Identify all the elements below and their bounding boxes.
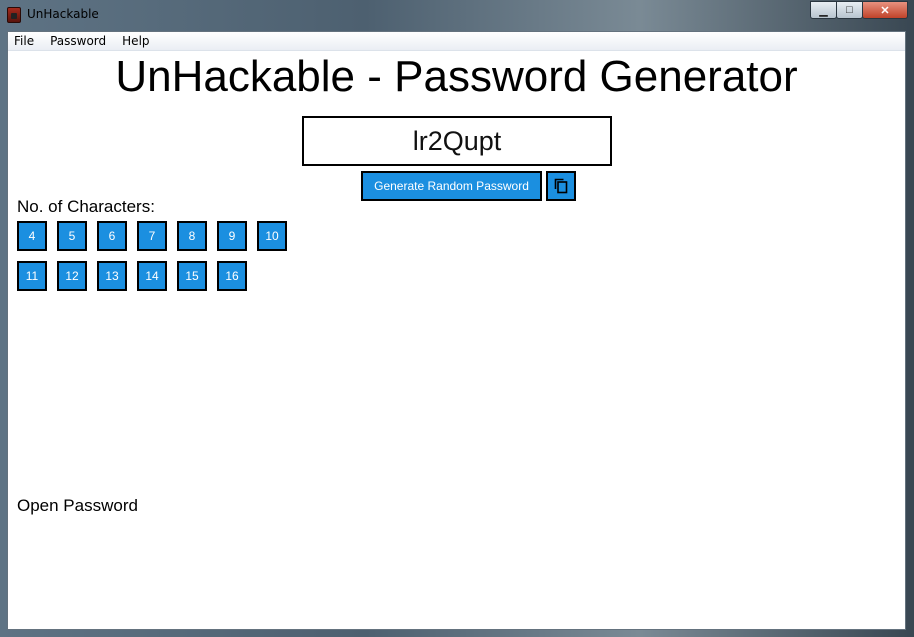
window-controls: ▁ □ ✕ xyxy=(810,1,908,20)
length-button-6[interactable]: 6 xyxy=(97,221,127,251)
menu-password[interactable]: Password xyxy=(42,34,114,48)
copy-button[interactable] xyxy=(546,171,576,201)
length-button-5[interactable]: 5 xyxy=(57,221,87,251)
generate-password-button[interactable]: Generate Random Password xyxy=(361,171,542,201)
maximize-button[interactable]: □ xyxy=(836,1,863,19)
menu-file[interactable]: File xyxy=(8,34,42,48)
characters-label: No. of Characters: xyxy=(17,197,155,216)
length-button-4[interactable]: 4 xyxy=(17,221,47,251)
length-button-12[interactable]: 12 xyxy=(57,261,87,291)
length-button-16[interactable]: 16 xyxy=(217,261,247,291)
page-title: UnHackable - Password Generator xyxy=(115,52,798,101)
menu-bar: File Password Help xyxy=(8,32,905,51)
minimize-button[interactable]: ▁ xyxy=(810,1,837,19)
lock-app-icon xyxy=(7,7,21,23)
length-button-13[interactable]: 13 xyxy=(97,261,127,291)
length-button-8[interactable]: 8 xyxy=(177,221,207,251)
length-button-11[interactable]: 11 xyxy=(17,261,47,291)
app-window: UnHackable ▁ □ ✕ File Password Help UnHa… xyxy=(0,0,914,637)
length-button-7[interactable]: 7 xyxy=(137,221,167,251)
length-button-14[interactable]: 14 xyxy=(137,261,167,291)
length-button-15[interactable]: 15 xyxy=(177,261,207,291)
copy-icon xyxy=(554,178,568,194)
open-password-label[interactable]: Open Password xyxy=(17,496,138,516)
client-area: File Password Help UnHackable - Password… xyxy=(7,31,906,630)
password-display[interactable]: lr2Qupt xyxy=(302,116,612,166)
window-title: UnHackable xyxy=(27,7,99,21)
close-button[interactable]: ✕ xyxy=(862,1,908,19)
title-bar[interactable]: UnHackable ▁ □ ✕ xyxy=(0,0,914,31)
length-button-10[interactable]: 10 xyxy=(257,221,287,251)
length-button-9[interactable]: 9 xyxy=(217,221,247,251)
menu-help[interactable]: Help xyxy=(114,34,157,48)
